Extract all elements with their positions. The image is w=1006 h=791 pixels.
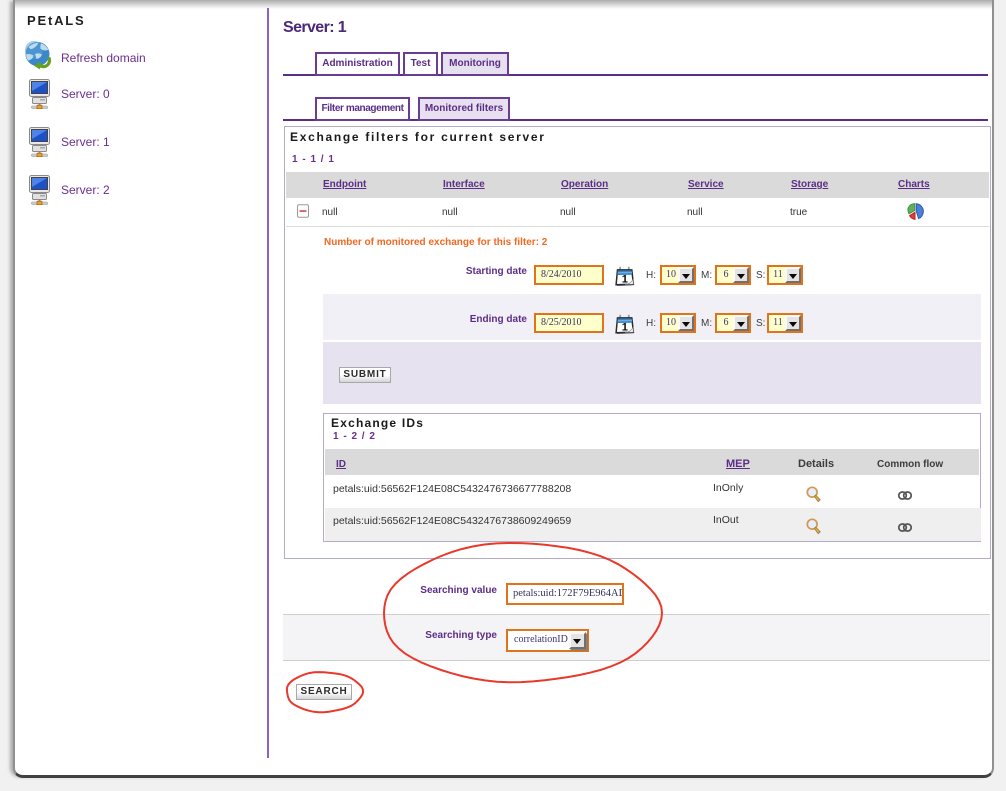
svg-text:1: 1 — [622, 322, 628, 334]
svg-text:1: 1 — [622, 274, 628, 286]
